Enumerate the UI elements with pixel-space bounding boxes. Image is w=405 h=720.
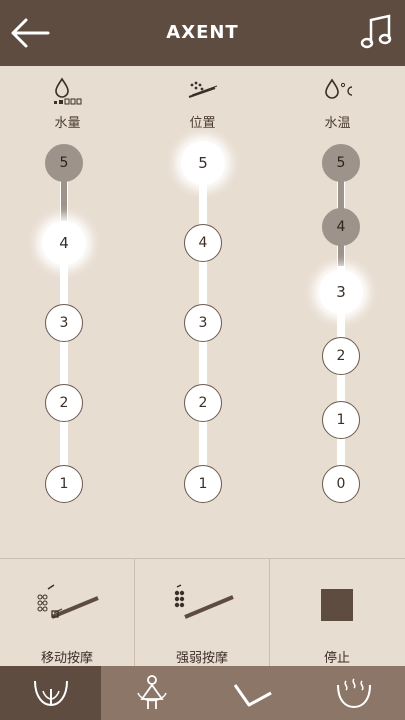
water-volume-level-1[interactable]: 1 [45,465,83,503]
nozzle-position-icon [188,81,217,98]
tab-dryer[interactable] [303,666,404,720]
feminine-wash-icon [136,675,167,709]
music-note-icon[interactable] [359,13,393,53]
pulse-massage-button[interactable]: 强弱按摩 [135,559,269,667]
water-temperature-level-2[interactable]: 2 [322,337,360,375]
rear-wash-icon [33,680,68,707]
app-header: AXENT [0,0,405,66]
moving-massage-button[interactable]: 移动按摩 [0,559,134,667]
moving-massage-icon [37,584,99,619]
water-volume-label: 水量 [54,116,81,131]
tab-feminine-wash[interactable] [101,666,202,720]
water-volume-column: 水量 5 4 3 2 1 [0,66,135,556]
water-temperature-icon [324,78,352,99]
water-temperature-level-1[interactable]: 1 [322,401,360,439]
tab-rear-wash[interactable] [0,666,101,720]
water-temperature-label: 水温 [324,116,351,131]
position-level-3[interactable]: 3 [184,304,222,342]
position-level-2[interactable]: 2 [184,384,222,422]
water-temperature-level-3[interactable]: 3 [319,270,363,314]
position-label: 位置 [189,116,216,131]
position-column: 位置 5 4 3 2 1 [135,66,270,556]
water-volume-icon [53,77,81,105]
water-volume-level-3[interactable]: 3 [45,304,83,342]
pulse-massage-icon [174,584,234,619]
water-volume-level-5[interactable]: 5 [45,144,83,182]
bottom-tab-bar [0,666,405,720]
water-temperature-column: 水温 5 4 3 2 1 0 [270,66,405,556]
nozzle-icon [233,684,272,707]
water-temperature-level-0[interactable]: 0 [322,465,360,503]
moving-massage-label: 移动按摩 [40,651,93,666]
stop-icon [321,589,353,621]
stop-label: 停止 [323,651,350,666]
position-level-1[interactable]: 1 [184,465,222,503]
water-volume-level-2[interactable]: 2 [45,384,83,422]
app-title: AXENT [166,22,239,43]
tab-nozzle[interactable] [202,666,303,720]
water-temperature-level-5[interactable]: 5 [322,144,360,182]
water-volume-level-4[interactable]: 4 [42,221,86,265]
pulse-massage-label: 强弱按摩 [175,651,228,666]
dryer-icon [336,678,371,709]
position-level-4[interactable]: 4 [184,224,222,262]
water-temperature-level-4[interactable]: 4 [322,208,360,246]
stop-button[interactable]: 停止 [270,559,404,667]
position-level-5[interactable]: 5 [181,141,225,185]
massage-mode-panel: 移动按摩 强弱按摩 停止 [0,558,405,667]
